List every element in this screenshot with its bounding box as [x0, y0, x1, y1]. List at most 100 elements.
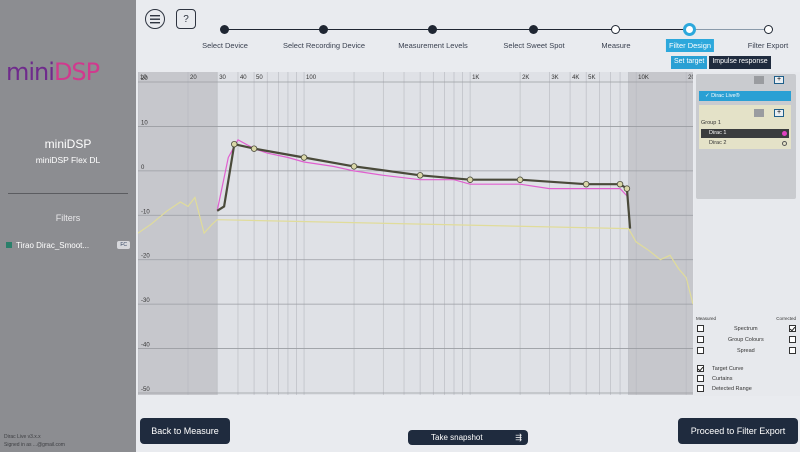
dirac-2-item[interactable]: Dirac 2	[701, 139, 789, 148]
target-handle	[582, 180, 590, 188]
step-filter-export-label[interactable]: Filter Export	[748, 41, 788, 50]
group-colours-measured-checkbox[interactable]	[697, 336, 704, 343]
target-handle	[416, 172, 424, 179]
sidebar: miniDSP miniDSP miniDSP Flex DL Filters …	[0, 0, 136, 452]
step-select-recording-device-dot[interactable]	[319, 25, 328, 34]
stepper-line-pending	[688, 29, 768, 30]
help-icon: ?	[183, 13, 189, 25]
step-filter-design-label[interactable]: Filter Design	[665, 39, 715, 52]
target-handle	[250, 145, 258, 152]
target-curve-checkbox[interactable]	[697, 365, 704, 372]
spread-corrected-checkbox[interactable]	[789, 347, 796, 354]
high-curtain	[628, 72, 693, 395]
target-handle	[616, 180, 624, 188]
minidsp-logo: miniDSP	[6, 58, 100, 86]
detected-range-label: Detected Range	[712, 386, 752, 392]
detected-range-checkbox[interactable]	[697, 385, 704, 392]
step-measurement-levels-dot[interactable]	[428, 25, 437, 34]
y-tick-label: -50	[141, 387, 150, 393]
x-tick-label: 100	[306, 75, 317, 81]
step-measurement-levels-label[interactable]: Measurement Levels	[398, 41, 468, 50]
take-snapshot-label: Take snapshot	[431, 433, 483, 442]
overlay-options: Target Curve Curtains Detected Range	[694, 362, 800, 396]
dirac-2-color-dot	[782, 141, 787, 146]
filter-badge: FC	[117, 241, 130, 249]
y-tick-label: -30	[141, 298, 150, 304]
step-select-device-label[interactable]: Select Device	[202, 41, 248, 50]
tab-set-target[interactable]: Set target	[671, 56, 708, 69]
step-filter-design-dot[interactable]	[683, 23, 696, 36]
add-group-icon[interactable]: +	[774, 76, 784, 84]
y-tick-label: -40	[141, 343, 150, 349]
take-snapshot-button[interactable]: Take snapshot ⇶	[408, 430, 528, 445]
top-bar: ? Select Device Select Recording Device …	[136, 0, 800, 70]
group-1-label: Group 1	[701, 120, 721, 126]
filter-item-label: Tirao Dirac_Smoot...	[16, 240, 90, 250]
x-tick-label: 30	[219, 75, 226, 81]
y-tick-label: -10	[141, 209, 150, 215]
group-colours-corrected-checkbox[interactable]	[789, 336, 796, 343]
target-handle	[350, 163, 358, 170]
target-handle	[466, 176, 474, 183]
link-icon[interactable]	[754, 76, 764, 84]
proceed-to-filter-export-button[interactable]: Proceed to Filter Export	[678, 418, 798, 444]
device-title: miniDSP	[44, 137, 92, 151]
sidebar-divider	[8, 193, 128, 194]
spread-measured-checkbox[interactable]	[697, 347, 704, 354]
dirac-live-label: Dirac Live®	[711, 93, 740, 99]
subtab-bar: Set target Impulse response	[671, 56, 771, 69]
step-select-sweet-spot-dot[interactable]	[529, 25, 538, 34]
snapshot-list-icon[interactable]: ⇶	[515, 433, 522, 442]
y-tick-label: 10	[141, 120, 148, 126]
channel-panel: + ✓ Dirac Live® + Group 1 Dirac 1 Dirac …	[696, 74, 796, 199]
dirac-2-label: Dirac 2	[709, 140, 727, 146]
target-handle	[623, 185, 631, 192]
filter-item[interactable]: Tirao Dirac_Smoot... FC	[6, 238, 130, 252]
tab-impulse-response[interactable]: Impulse response	[709, 56, 771, 69]
back-to-measure-label: Back to Measure	[151, 426, 219, 436]
target-handle	[300, 154, 308, 161]
curtains-checkbox[interactable]	[697, 375, 704, 382]
low-curtain	[138, 72, 218, 395]
target-curve-label: Target Curve	[712, 366, 744, 372]
version-text: Dirac Live v3.x.x	[4, 434, 41, 440]
device-model: miniDSP Flex DL	[35, 155, 101, 165]
menu-button[interactable]	[145, 9, 165, 29]
right-panel: + ✓ Dirac Live® + Group 1 Dirac 1 Dirac …	[694, 72, 800, 396]
x-tick-label: 1K	[472, 75, 479, 81]
measured-response-line	[138, 196, 693, 305]
dirac-1-item[interactable]: Dirac 1	[701, 129, 789, 138]
x-tick-label: 20K	[688, 75, 693, 81]
y-tick-label: -20	[141, 254, 150, 260]
spread-label: Spread	[737, 348, 755, 354]
dirac-live-item[interactable]: ✓ Dirac Live®	[699, 91, 791, 101]
chart-svg[interactable]: 10203040501001K2K3K4K5K10K20K20100-10-20…	[138, 72, 693, 395]
y-tick-label: 20	[141, 76, 148, 82]
filter-design-chart[interactable]: 10203040501001K2K3K4K5K10K20K20100-10-20…	[138, 72, 693, 395]
step-measure-label[interactable]: Measure	[601, 41, 630, 50]
spectrum-measured-checkbox[interactable]	[697, 325, 704, 332]
filters-label: Filters	[55, 213, 81, 223]
dirac-1-color-dot	[782, 131, 787, 136]
step-select-recording-device-label[interactable]: Select Recording Device	[283, 41, 365, 50]
group-link-icon[interactable]	[754, 109, 764, 117]
step-filter-export-dot[interactable]	[764, 25, 773, 34]
step-measure-dot[interactable]	[611, 25, 620, 34]
x-tick-label: 20	[190, 75, 197, 81]
target-handle	[516, 176, 524, 183]
curtains-label: Curtains	[712, 376, 733, 382]
x-tick-label: 3K	[551, 75, 558, 81]
step-select-device-dot[interactable]	[220, 25, 229, 34]
display-options: Measured Corrected Spectrum Group Colour…	[694, 314, 800, 360]
spectrum-corrected-checkbox[interactable]	[789, 325, 796, 332]
bottom-bar: Back to Measure Take snapshot ⇶ Proceed …	[136, 396, 800, 452]
group-add-icon[interactable]: +	[774, 109, 784, 117]
group-colours-label: Group Colours	[728, 337, 764, 343]
x-tick-label: 10K	[638, 75, 649, 81]
spectrum-label: Spectrum	[734, 326, 758, 332]
step-select-sweet-spot-label[interactable]: Select Sweet Spot	[503, 41, 564, 50]
help-button[interactable]: ?	[176, 9, 196, 29]
hamburger-icon	[150, 14, 160, 23]
back-to-measure-button[interactable]: Back to Measure	[140, 418, 230, 444]
x-tick-label: 40	[240, 75, 247, 81]
